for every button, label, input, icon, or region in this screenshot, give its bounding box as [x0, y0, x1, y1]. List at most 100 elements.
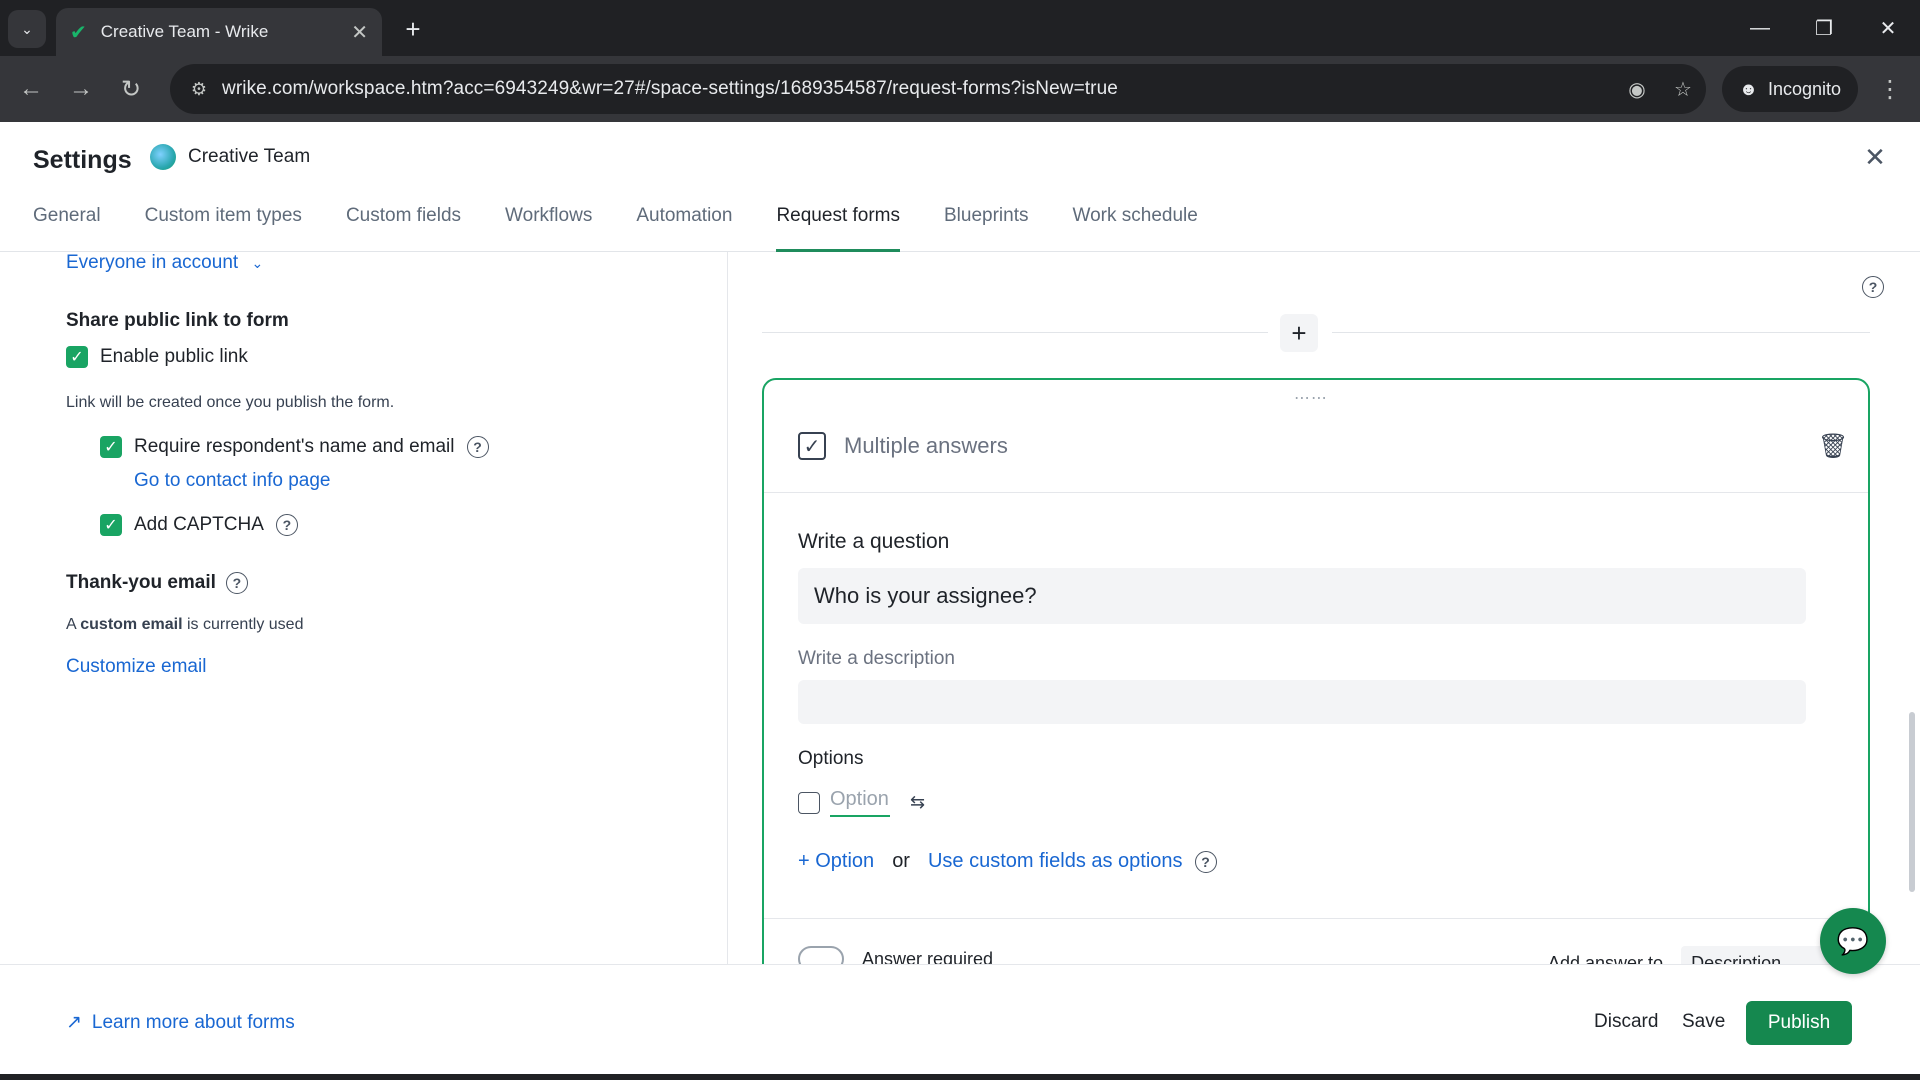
- answer-required-label: Answer required: [862, 948, 994, 965]
- bookmark-star-icon[interactable]: ☆: [1660, 77, 1706, 102]
- help-icon[interactable]: ?: [225, 572, 248, 594]
- audience-dropdown-label: Everyone in account: [66, 252, 239, 273]
- option-row: Option ⇆: [798, 788, 925, 817]
- thank-you-heading: Thank-you email: [66, 572, 216, 593]
- divider: [762, 332, 1268, 333]
- require-name-email-row[interactable]: ✓ Require respondent's name and email ?: [100, 436, 489, 458]
- link-note: Link will be created once you publish th…: [66, 394, 395, 411]
- forward-icon[interactable]: →: [62, 70, 100, 108]
- add-answer-select[interactable]: Description ⌄: [1681, 946, 1832, 965]
- help-icon[interactable]: ?: [1194, 850, 1217, 873]
- custom-email-bold: custom email: [80, 616, 183, 633]
- question-type[interactable]: ✓ Multiple answers: [798, 432, 1008, 460]
- incognito-label: Incognito: [1767, 78, 1841, 99]
- restore-icon[interactable]: ❐: [1794, 8, 1854, 48]
- customize-email-link[interactable]: Customize email: [66, 656, 206, 678]
- or-text: or: [892, 850, 910, 872]
- window-close-icon[interactable]: ✕: [1858, 8, 1918, 48]
- custom-fields-options-link[interactable]: Use custom fields as options: [928, 850, 1183, 873]
- option-checkbox[interactable]: [798, 791, 820, 814]
- learn-more-label: Learn more about forms: [91, 1011, 295, 1033]
- external-link-icon: ↗: [66, 1012, 82, 1033]
- close-tab-icon[interactable]: ✕: [351, 20, 368, 45]
- url-text[interactable]: wrike.com/workspace.htm?acc=6943249&wr=2…: [222, 78, 1614, 100]
- publish-button[interactable]: Publish: [1746, 1001, 1852, 1045]
- captcha-checkbox[interactable]: ✓: [100, 514, 122, 536]
- scrollbar[interactable]: [1909, 712, 1915, 892]
- add-answer-select-value: Description: [1691, 952, 1782, 965]
- space-avatar-icon: [150, 144, 176, 170]
- space-badge: Creative Team: [150, 144, 310, 170]
- eye-off-icon[interactable]: ◉: [1614, 77, 1660, 102]
- tab-work-schedule[interactable]: Work schedule: [1073, 198, 1198, 252]
- question-type-label: Multiple answers: [844, 433, 1008, 458]
- custom-email-suffix: is currently used: [186, 616, 304, 633]
- incognito-icon: ☻: [1738, 78, 1758, 99]
- new-tab-icon[interactable]: +: [396, 12, 430, 46]
- plus-icon: +: [798, 850, 810, 872]
- tab-request-forms[interactable]: Request forms: [776, 198, 900, 252]
- tab-custom-fields[interactable]: Custom fields: [346, 198, 461, 252]
- incognito-indicator[interactable]: ☻ Incognito: [1722, 66, 1858, 112]
- options-label: Options: [798, 748, 864, 769]
- reload-icon[interactable]: ↻: [112, 70, 150, 108]
- settings-header: Settings Creative Team ✕ General Custom …: [0, 122, 1920, 252]
- thank-you-heading-row: Thank-you email ?: [66, 572, 248, 594]
- enable-public-link-checkbox[interactable]: ✓: [66, 346, 88, 368]
- close-settings-icon[interactable]: ✕: [1860, 142, 1890, 172]
- contact-info-link[interactable]: Go to contact info page: [134, 470, 330, 492]
- browser-tabbar: ⌄ ✔ Creative Team - Wrike ✕ + — ❐ ✕: [0, 0, 1920, 56]
- help-icon[interactable]: ?: [466, 436, 489, 458]
- trash-icon[interactable]: 🗑: [1818, 432, 1848, 461]
- tab-general[interactable]: General: [33, 198, 101, 252]
- tab-workflows[interactable]: Workflows: [505, 198, 592, 252]
- settings-tabs: General Custom item types Custom fields …: [33, 198, 1242, 252]
- chat-icon[interactable]: 💬: [1820, 908, 1886, 974]
- answer-required-row: Answer required: [798, 946, 993, 964]
- tab-search-chevron-icon[interactable]: ⌄: [8, 10, 46, 48]
- enable-public-link-row[interactable]: ✓ Enable public link: [66, 346, 248, 368]
- browser-tab-title: Creative Team - Wrike: [100, 22, 269, 41]
- back-icon[interactable]: ←: [12, 70, 50, 108]
- audience-dropdown[interactable]: Everyone in account ⌄: [66, 252, 263, 274]
- help-icon[interactable]: ?: [275, 514, 298, 536]
- enable-public-link-label: Enable public link: [100, 346, 248, 367]
- save-button[interactable]: Save: [1682, 1011, 1725, 1033]
- wrike-favicon-icon: ✔: [70, 21, 87, 44]
- question-input[interactable]: Who is your assignee?: [798, 568, 1806, 624]
- divider: [1332, 332, 1870, 333]
- browser-tab[interactable]: ✔ Creative Team - Wrike ✕: [56, 8, 382, 56]
- require-name-email-checkbox[interactable]: ✓: [100, 436, 122, 458]
- add-option-label: Option: [815, 850, 875, 872]
- description-label: Write a description: [798, 648, 955, 669]
- minimize-icon[interactable]: —: [1730, 8, 1790, 48]
- tab-automation[interactable]: Automation: [636, 198, 732, 252]
- page-title: Settings: [33, 146, 132, 174]
- tab-blueprints[interactable]: Blueprints: [944, 198, 1029, 252]
- custom-email-prefix: A: [66, 616, 76, 633]
- add-question-button[interactable]: +: [1280, 314, 1318, 352]
- add-option-row: + Option or Use custom fields as options…: [798, 850, 1217, 873]
- swap-icon[interactable]: ⇆: [910, 792, 925, 813]
- captcha-row[interactable]: ✓ Add CAPTCHA ?: [100, 514, 298, 536]
- footer-bar: ↗ Learn more about forms Discard Save Pu…: [0, 964, 1920, 1074]
- answer-required-toggle[interactable]: [798, 946, 844, 964]
- taskbar-strip: [0, 1074, 1920, 1080]
- option-input[interactable]: Option: [830, 788, 890, 817]
- description-input[interactable]: [798, 680, 1806, 724]
- learn-more-link[interactable]: ↗ Learn more about forms: [66, 1011, 295, 1034]
- form-settings-panel: Everyone in account ⌄ Share public link …: [0, 252, 728, 964]
- add-answer-row: Add answer to Description ⌄: [1548, 946, 1832, 965]
- help-icon[interactable]: ?: [1862, 276, 1884, 298]
- add-option-button[interactable]: + Option: [798, 850, 874, 873]
- question-label: Write a question: [798, 530, 950, 553]
- drag-handle-icon[interactable]: ⋯⋯: [1294, 388, 1328, 408]
- site-info-icon[interactable]: ⚙: [176, 79, 222, 100]
- add-answer-label: Add answer to: [1548, 952, 1664, 965]
- address-bar[interactable]: ⚙ wrike.com/workspace.htm?acc=6943249&wr…: [170, 64, 1706, 114]
- discard-button[interactable]: Discard: [1594, 1011, 1658, 1033]
- browser-menu-icon[interactable]: ⋮: [1872, 70, 1908, 108]
- tab-custom-item-types[interactable]: Custom item types: [145, 198, 302, 252]
- question-card: ⋯⋯ ✓ Multiple answers 🗑 Write a question…: [762, 378, 1870, 964]
- chevron-down-icon: ⌄: [251, 255, 264, 271]
